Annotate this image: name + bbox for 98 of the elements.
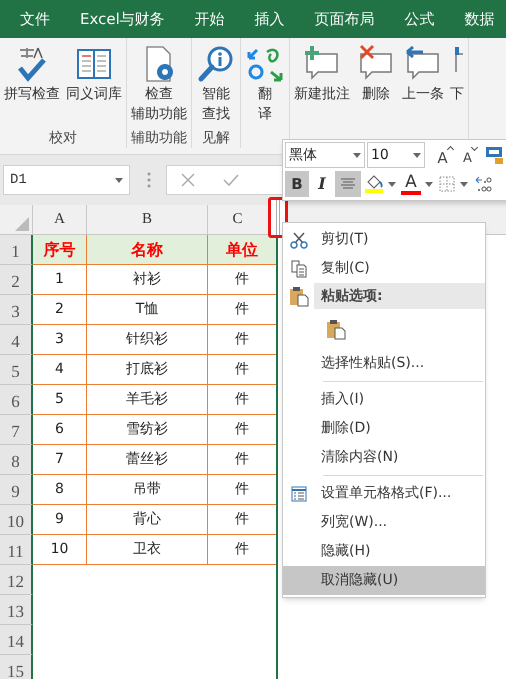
table-cell: 4	[33, 355, 87, 385]
row-header[interactable]: 15	[0, 655, 33, 679]
caret-icon	[353, 152, 361, 158]
table-cell: 8	[33, 475, 87, 505]
ribbon-tab[interactable]: 开始	[192, 9, 227, 29]
ribbon-button[interactable]: 删除	[354, 44, 398, 104]
ribbon-button[interactable]: 检查 辅助功能	[129, 44, 189, 124]
menu-heading: 粘贴选项:	[314, 283, 485, 309]
menu-item[interactable]: 隐藏(H)	[283, 537, 485, 566]
clipboard-icon	[326, 318, 346, 340]
table-cell: 1	[33, 265, 87, 295]
table-cell: 羊毛衫	[87, 385, 208, 415]
table-cell: 10	[33, 535, 87, 565]
ribbon-tab[interactable]: 数据	[462, 9, 497, 29]
paint-bucket-icon	[365, 175, 383, 189]
row-header[interactable]: 7	[0, 415, 33, 445]
row-header[interactable]: 3	[0, 295, 33, 325]
font-color-button[interactable]: A	[400, 171, 422, 197]
name-box[interactable]: D1	[3, 165, 130, 195]
ribbon-button[interactable]: 上一条	[400, 44, 446, 104]
ribbon-tab[interactable]: 公式	[402, 9, 437, 29]
row-header[interactable]: 9	[0, 475, 33, 505]
caret-icon	[115, 178, 123, 182]
table-cell: 6	[33, 415, 87, 445]
ribbon-button[interactable]: 拼写检查	[2, 44, 62, 104]
menu-item[interactable]: 取消隐藏(U)	[283, 566, 485, 595]
menu-item[interactable]: 设置单元格格式(F)...	[283, 479, 485, 508]
align-center-icon	[340, 178, 356, 190]
table-cell: 名称	[87, 235, 208, 265]
table-cell: 单位	[208, 235, 276, 265]
menu-item[interactable]: 选择性粘贴(S)...	[283, 349, 485, 378]
caret-icon	[425, 182, 433, 186]
table-cell: 打底衫	[87, 355, 208, 385]
cancel-icon[interactable]	[181, 173, 195, 187]
group-label: 校对	[49, 129, 77, 147]
menu-item[interactable]: 列宽(W)...	[283, 508, 485, 537]
row-header[interactable]: 2	[0, 265, 33, 295]
table-cell: 7	[33, 445, 87, 475]
menu-item[interactable]: 插入(I)	[283, 385, 485, 414]
table-cell: 2	[33, 295, 87, 325]
grip-icon	[146, 170, 152, 190]
table-cell: 雪纺衫	[87, 415, 208, 445]
ribbon-tab[interactable]: Excel与财务	[78, 9, 167, 29]
ribbon-tab[interactable]: 文件	[18, 9, 52, 29]
caret-icon	[460, 182, 468, 186]
row-header[interactable]: 1	[0, 235, 33, 265]
list-icon	[290, 486, 306, 502]
table-cell: 针织衫	[87, 325, 208, 355]
table-cell: 5	[33, 385, 87, 415]
ribbon-button[interactable]: 智能 查找	[194, 44, 238, 124]
caret-icon	[413, 152, 421, 158]
row-header[interactable]: 6	[0, 385, 33, 415]
row-header[interactable]: 4	[0, 325, 33, 355]
borders-icon	[439, 176, 455, 192]
table-cell: 9	[33, 505, 87, 535]
ribbon-button[interactable]: 翻 译	[243, 44, 287, 124]
font-size-field[interactable]: 10	[367, 142, 425, 168]
row-header[interactable]: 8	[0, 445, 33, 475]
shrink-font-button[interactable]: A	[458, 143, 482, 167]
menu-item[interactable]: 删除(D)	[283, 414, 485, 443]
ribbon-tab[interactable]: 插入	[252, 9, 287, 29]
table-cell: 序号	[33, 235, 87, 265]
ribbon-tab[interactable]: 页面布局	[312, 9, 377, 29]
triangle-icon	[15, 217, 29, 231]
column-header[interactable]: A	[33, 205, 87, 234]
decimal-icon	[474, 175, 492, 193]
group-label: 辅助功能	[131, 129, 187, 147]
font-field[interactable]: 黑体	[285, 142, 365, 168]
caret-icon	[388, 182, 396, 186]
table-cell: 3	[33, 325, 87, 355]
row-header[interactable]: 12	[0, 565, 33, 595]
table-cell: 背心	[87, 505, 208, 535]
copy-icon	[290, 260, 308, 278]
menu-item[interactable]: 剪切(T)	[283, 225, 485, 254]
row-header[interactable]: 5	[0, 355, 33, 385]
column-header[interactable]: B	[87, 205, 208, 234]
row-header[interactable]: 10	[0, 505, 33, 535]
clipboard-icon	[288, 285, 308, 307]
scissors-icon	[290, 230, 308, 248]
row-header[interactable]: 14	[0, 625, 33, 655]
row-header[interactable]: 11	[0, 535, 33, 565]
grow-font-button[interactable]: A	[433, 143, 457, 167]
menu-item[interactable]: 复制(C)	[283, 254, 485, 283]
group-label: 见解	[202, 129, 230, 147]
ribbon-button[interactable]: 同义词库	[64, 44, 124, 104]
table-cell: 吊带	[87, 475, 208, 505]
align-center-button[interactable]	[335, 171, 361, 197]
check-icon[interactable]	[223, 173, 239, 187]
ribbon-button[interactable]: 新建批注	[292, 44, 352, 104]
row-header[interactable]: 13	[0, 595, 33, 625]
table-cell: 蕾丝衫	[87, 445, 208, 475]
menu-item[interactable]: 清除内容(N)	[283, 443, 485, 472]
ribbon-button[interactable]: 下	[448, 44, 466, 104]
table-cell: T恤	[87, 295, 208, 325]
table-cell: 衬衫	[87, 265, 208, 295]
column-header[interactable]: C	[208, 205, 267, 234]
table-cell: 卫衣	[87, 535, 208, 565]
bold-button[interactable]: B	[285, 171, 309, 197]
